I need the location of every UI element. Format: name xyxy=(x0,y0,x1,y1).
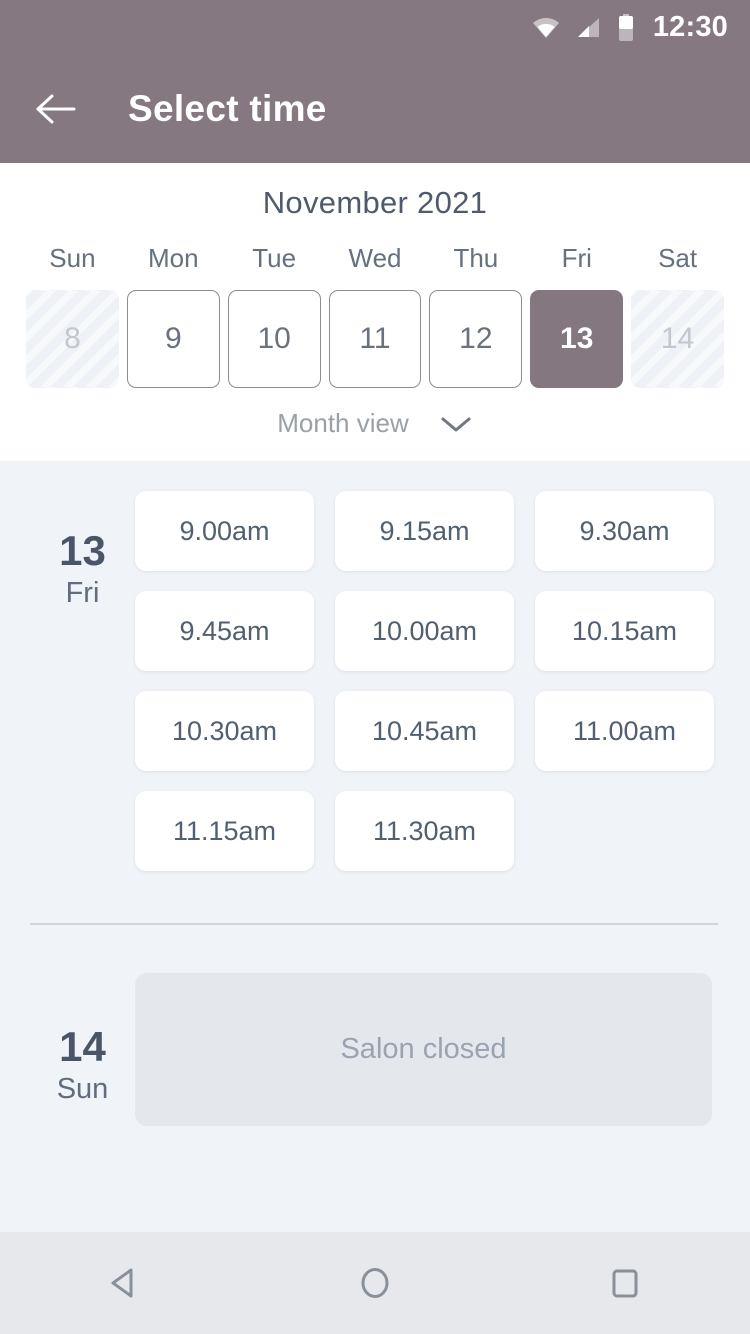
day-number: 13 xyxy=(59,527,106,574)
salon-closed-panel: Salon closed xyxy=(135,973,712,1126)
android-nav-bar xyxy=(0,1232,750,1334)
wifi-icon xyxy=(531,16,561,40)
date-cell-8: 8 xyxy=(26,290,119,388)
time-slot[interactable]: 10.30am xyxy=(135,691,314,771)
app-bar: Select time xyxy=(0,55,750,163)
date-cell-14: 14 xyxy=(631,290,725,388)
time-slot[interactable]: 10.45am xyxy=(335,691,514,771)
date-cell-9[interactable]: 9 xyxy=(126,290,220,388)
date-cell-13-selected[interactable]: 13 xyxy=(530,290,624,388)
time-slot[interactable]: 9.15am xyxy=(335,491,514,571)
weekday-label-mon: Mon xyxy=(148,243,199,273)
date-cell-12[interactable]: 12 xyxy=(429,290,523,388)
day-schedule-14: 14 Sun Salon closed xyxy=(0,925,750,1126)
page-title: Select time xyxy=(128,88,327,129)
date-cell-10[interactable]: 10 xyxy=(227,290,321,388)
status-bar-clock: 12:30 xyxy=(652,11,728,43)
day-number: 14 xyxy=(59,1023,106,1070)
time-slot-grid: 9.00am 9.15am 9.30am 9.45am 10.00am 10.1… xyxy=(135,491,720,871)
month-view-label: Month view xyxy=(277,408,409,438)
battery-icon xyxy=(617,13,635,42)
time-slot[interactable]: 9.30am xyxy=(535,491,714,571)
date-cell-11[interactable]: 11 xyxy=(328,290,422,388)
weekday-header-row: Sun Mon Tue Wed Thu Fri Sat xyxy=(0,243,750,290)
weekday-label-sat: Sat xyxy=(658,243,698,273)
time-slot[interactable]: 9.00am xyxy=(135,491,314,571)
square-icon xyxy=(612,1269,638,1298)
time-slot[interactable]: 11.15am xyxy=(135,791,314,871)
nav-home-button[interactable] xyxy=(320,1248,430,1318)
back-button[interactable] xyxy=(30,83,82,135)
time-slot[interactable]: 9.45am xyxy=(135,591,314,671)
weekday-label-thu: Thu xyxy=(453,243,499,273)
weekday-label-fri: Fri xyxy=(561,243,592,273)
status-bar: 12:30 xyxy=(0,0,750,55)
day-label-14: 14 Sun xyxy=(30,973,135,1126)
time-slot-area: 13 Fri 9.00am 9.15am 9.30am 9.45am 10.00… xyxy=(0,461,750,1232)
weekday-label-wed: Wed xyxy=(348,243,402,273)
day-label-13: 13 Fri xyxy=(30,491,135,871)
weekday-label-sun: Sun xyxy=(49,243,96,273)
day-weekday: Fri xyxy=(65,577,100,610)
day-schedule-13: 13 Fri 9.00am 9.15am 9.30am 9.45am 10.00… xyxy=(0,461,750,871)
day-weekday: Sun xyxy=(56,1073,109,1106)
calendar-panel: November 2021 Sun Mon Tue Wed Thu Fri Sa… xyxy=(0,163,750,461)
chevron-down-icon xyxy=(441,417,471,431)
phone-screen: 12:30 Select time November 2021 Sun Mon … xyxy=(0,0,750,1334)
nav-back-button[interactable] xyxy=(70,1248,180,1318)
month-view-toggle[interactable]: Month view xyxy=(0,388,750,439)
triangle-left-icon xyxy=(111,1268,133,1298)
time-slot[interactable]: 10.15am xyxy=(535,591,714,671)
time-slot[interactable]: 11.00am xyxy=(535,691,714,771)
calendar-month-title: November 2021 xyxy=(262,185,488,220)
date-row: 8 9 10 11 12 13 14 xyxy=(0,290,750,388)
time-slot[interactable]: 10.00am xyxy=(335,591,514,671)
nav-recents-button[interactable] xyxy=(570,1248,680,1318)
weekday-label-tue: Tue xyxy=(252,243,297,273)
cell-signal-icon xyxy=(575,16,603,40)
arrow-left-icon xyxy=(36,94,76,124)
time-slot[interactable]: 11.30am xyxy=(335,791,514,871)
circle-icon xyxy=(361,1268,389,1298)
